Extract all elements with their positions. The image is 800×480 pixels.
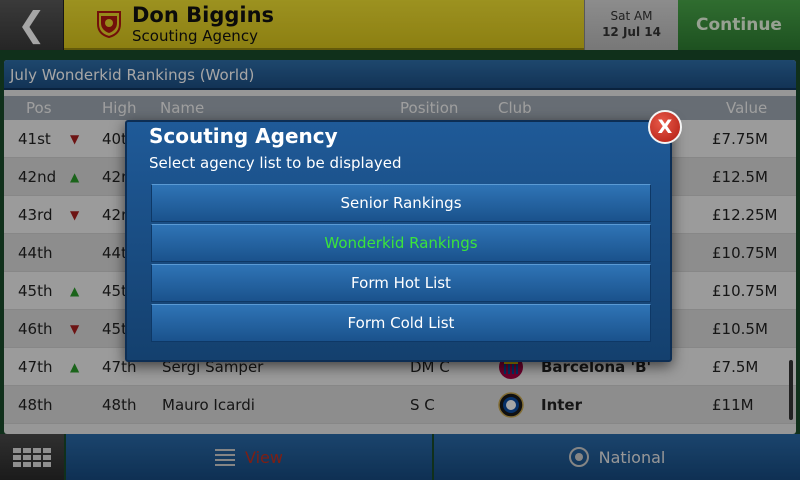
dialog-title: Scouting Agency [149,124,338,148]
col-pos[interactable]: Pos [26,99,52,117]
menu-button[interactable] [0,434,64,480]
cell-pos: 44th [18,244,53,262]
back-button[interactable]: ❮ [0,0,64,50]
screen-subtitle: Scouting Agency [132,27,258,45]
cell-value: £10.75M [712,282,778,300]
cell-value: £11M [712,396,754,414]
top-bar: ❮ Don Biggins Scouting Agency Sat AM 12 … [0,0,800,50]
option-senior-rankings[interactable]: Senior Rankings [151,184,651,222]
view-button[interactable]: View [66,434,432,480]
cell-pos: 41st [18,130,51,148]
cell-pos: 43rd [18,206,53,224]
cell-high: 48th [102,396,137,414]
trend-down-icon: ▼ [70,322,80,336]
back-arrow-icon: ❮ [17,5,46,45]
club-crest-icon [97,11,121,38]
cell-value: £12.25M [712,206,778,224]
trend-up-icon: ▲ [70,360,80,374]
inter-crest-icon [498,392,524,418]
panel-title: July Wonderkid Rankings (World) [4,60,796,90]
cell-pos: 42nd [18,168,57,186]
cell-value: £10.75M [712,244,778,262]
cell-pos: 46th [18,320,53,338]
scrollbar[interactable] [789,360,793,420]
trend-down-icon: ▼ [70,208,80,222]
cell-position: S C [410,396,435,414]
cell-pos: 45th [18,282,53,300]
view-label: View [245,447,283,467]
table-row[interactable]: 48th 48th Mauro Icardi S C Inter £11M [4,386,796,424]
cell-value: £10.5M [712,320,768,338]
cell-player-name[interactable]: Mauro Icardi [162,396,255,414]
cell-pos: 48th [18,396,53,414]
bottom-bar: View National [0,434,800,480]
national-button[interactable]: National [434,434,800,480]
cell-club[interactable]: Inter [541,396,582,414]
manager-name: Don Biggins [132,3,275,27]
cell-value: £7.5M [712,358,759,376]
close-icon[interactable]: X [648,110,682,144]
col-position[interactable]: Position [400,99,458,117]
col-value[interactable]: Value [726,99,767,117]
national-label: National [598,447,666,467]
date-date: 12 Jul 14 [602,25,661,39]
option-wonderkid-rankings[interactable]: Wonderkid Rankings [151,224,651,262]
list-view-icon [215,446,236,469]
scouting-agency-dialog: Scouting Agency Select agency list to be… [125,110,682,362]
col-club[interactable]: Club [498,99,532,117]
col-name[interactable]: Name [160,99,204,117]
cell-pos: 47th [18,358,53,376]
cell-value: £7.75M [712,130,768,148]
continue-button[interactable]: Continue [678,0,800,50]
col-high[interactable]: High [102,99,136,117]
grid-menu-icon [13,447,51,467]
date-display[interactable]: Sat AM 12 Jul 14 [584,0,678,50]
dialog-subtitle: Select agency list to be displayed [149,154,402,172]
date-day: Sat AM [610,9,653,23]
option-form-cold-list[interactable]: Form Cold List [151,304,651,342]
title-area: Don Biggins Scouting Agency [64,0,584,50]
option-form-hot-list[interactable]: Form Hot List [151,264,651,302]
radio-icon [568,447,589,467]
trend-up-icon: ▲ [70,170,80,184]
trend-down-icon: ▼ [70,132,80,146]
trend-up-icon: ▲ [70,284,80,298]
cell-value: £12.5M [712,168,768,186]
